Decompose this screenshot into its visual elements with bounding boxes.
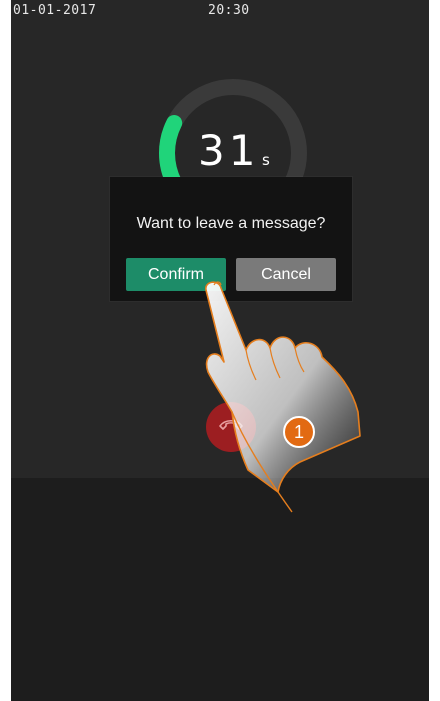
intercom-screen: 01-01-2017 20:30 31 s Want to leave a me…	[11, 0, 429, 701]
countdown-value: 31	[198, 126, 260, 175]
hangup-button[interactable]	[206, 402, 256, 452]
leave-message-dialog: Want to leave a message? Confirm Cancel	[110, 177, 352, 301]
ring-progress	[159, 115, 183, 191]
countdown-unit: s	[262, 151, 270, 169]
cancel-button[interactable]: Cancel	[236, 258, 336, 291]
hangup-phone-icon	[219, 419, 243, 430]
lower-panel	[11, 478, 429, 701]
status-time: 20:30	[208, 3, 250, 18]
status-date: 01-01-2017	[13, 3, 97, 18]
step-badge: 1	[283, 416, 315, 448]
status-bar: 01-01-2017 20:30	[11, 0, 429, 22]
confirm-button[interactable]: Confirm	[126, 258, 226, 291]
dialog-message: Want to leave a message?	[136, 215, 326, 232]
